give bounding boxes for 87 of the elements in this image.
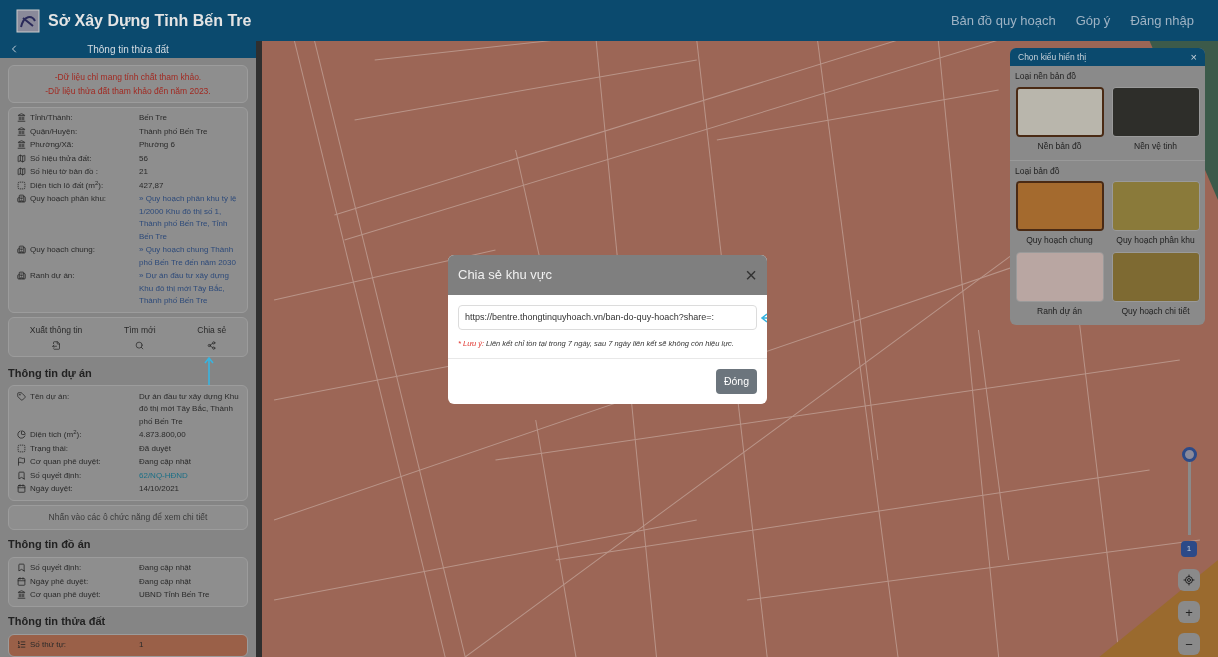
field-label: Trạng thái: [30,442,68,455]
field-label: Cơ quan phê duyệt: [30,589,101,601]
notice-text: -Dữ liệu thửa đất tham khảo đến năm 2023. [45,84,211,98]
row-icon [17,640,26,649]
action-icon [135,340,145,350]
row-icon [17,167,26,176]
nav-link[interactable]: Bản đồ quy hoạch [950,10,1056,31]
logo-icon [16,8,40,33]
row-icon [17,271,26,280]
section-heading: Thông tin thửa đất [8,614,106,629]
field-value: 21 [139,166,148,178]
field-value: 4.873.800,00 [139,429,186,442]
action-button[interactable]: Chia sẻ [197,324,227,350]
field-value: Phường 6 [139,139,175,151]
row-icon [17,113,26,122]
close-button[interactable]: × [1190,51,1197,63]
field-label: Quy hoạch chung: [30,244,95,256]
sidebar-title: Thông tin thừa đất [86,42,170,57]
group-title: Loại bản đồ [1015,164,1061,178]
panel-title: Chọn kiểu hiển thị [1018,50,1087,64]
field-link[interactable]: » Quy hoạch chung Thành phố Bến Tre đến năm 2030 [139,244,239,269]
field-label: Ngày duyệt: [30,483,73,496]
action-button[interactable]: Tìm mới [124,324,156,350]
field-value: 427,87 [139,179,164,192]
row-icon [17,563,26,572]
nav-link[interactable]: Đăng nhập [1130,10,1194,31]
site-title: Sở Xây Dựng Tỉnh Bến Tre [48,10,252,31]
nav-link[interactable]: Góp ý [1075,10,1111,31]
field-label: Quy hoạch phân khu: [30,193,107,205]
field-label: Cơ quan phê duyệt: [30,456,101,469]
row-icon [17,484,26,494]
link-field[interactable]: https://bentre.thongtinquyhoach.vn/ban-do-quy-hoach?share=: [458,305,757,330]
field-label: Số hiệu thửa đất: [30,152,92,165]
row-icon [17,590,26,599]
field-label: Số quyết định: [30,562,82,574]
row-icon [17,180,26,190]
group-title: Loại nền bản đồ [1015,70,1077,83]
field-value: 1 [139,639,144,651]
close-button[interactable]: × [745,265,757,285]
row-icon [17,194,26,203]
dialog-title: Chia sẻ khu vực [458,266,552,285]
field-value: 14/10/2021 [139,483,180,496]
locate-button[interactable] [1178,569,1200,591]
field-value: UBND Tỉnh Bến Tre [139,589,210,601]
annotation-arrow [204,356,214,386]
field-value: Đang cập nhật [139,562,192,574]
slider-value: 1 [1181,541,1197,557]
hint-card: Nhấn vào các ô chức năng để xem chi tiết [8,505,248,530]
field-value: Đang cập nhật [139,575,192,588]
field-value: Bến Tre [139,112,167,124]
field-link[interactable]: » Dự án đầu tư xây dựng Khu đô thị mới Tây Bắc, Thành phố Bến Tre [139,270,239,308]
section-heading: Thông tin đồ án [8,537,91,552]
field-label: Số thứ tự: [30,639,67,651]
close-dialog-button[interactable]: Đóng [715,369,757,394]
action-icon [207,340,217,350]
row-icon [17,126,26,136]
field-link[interactable]: » Quy hoạch phân khu tỷ lệ 1/2000 Khu đô thị số 1, Thành phố Bến Tre, Tỉnh Bến Tre [139,193,239,243]
row-icon [17,576,26,586]
field-label: Ranh dự án: [30,270,75,282]
field-label: Ngày phê duyệt: [30,575,89,588]
field-label: Số hiệu tờ bản đồ : [30,166,98,178]
field-value: Thành phố Bến Tre [139,125,208,138]
row-icon [17,140,26,149]
row-icon [17,391,26,401]
field-label: Diện tích lô đất (m$^{2}$): [30,179,104,192]
zoom-button[interactable]: + [1178,601,1200,623]
field-label: Diện tích (m$^{2}$): [30,429,82,442]
field-label: Tỉnh/Thành: [30,112,73,124]
field-label: Tên dự án: [30,390,70,403]
field-value: 56 [139,152,148,165]
field-label: Phường/Xã: [30,139,74,151]
row-icon [17,245,26,254]
field-value: Đang cập nhật [139,456,192,469]
row-icon [17,430,26,440]
field-value: Đã duyệt [139,442,172,455]
row-icon [17,153,26,163]
field-label: Quận/Huyện: [30,125,78,138]
action-button[interactable]: Xuất thông tin [29,324,83,350]
action-icon [51,340,61,350]
opacity-slider[interactable]: 1 [1181,447,1197,557]
field-value: Dự án đầu tư xây dựng Khu đô thị mới Tây Bắc, Thành phố Bến Tre [139,390,239,428]
notice-text: -Dữ liệu chỉ mang tính chất tham khảo. [54,70,202,84]
zoom-button[interactable]: − [1178,633,1200,655]
row-icon [17,443,26,453]
section-heading: Thông tin dự án [8,365,92,382]
locate-icon [1183,574,1195,586]
field-label: Số quyết định: [30,469,82,482]
